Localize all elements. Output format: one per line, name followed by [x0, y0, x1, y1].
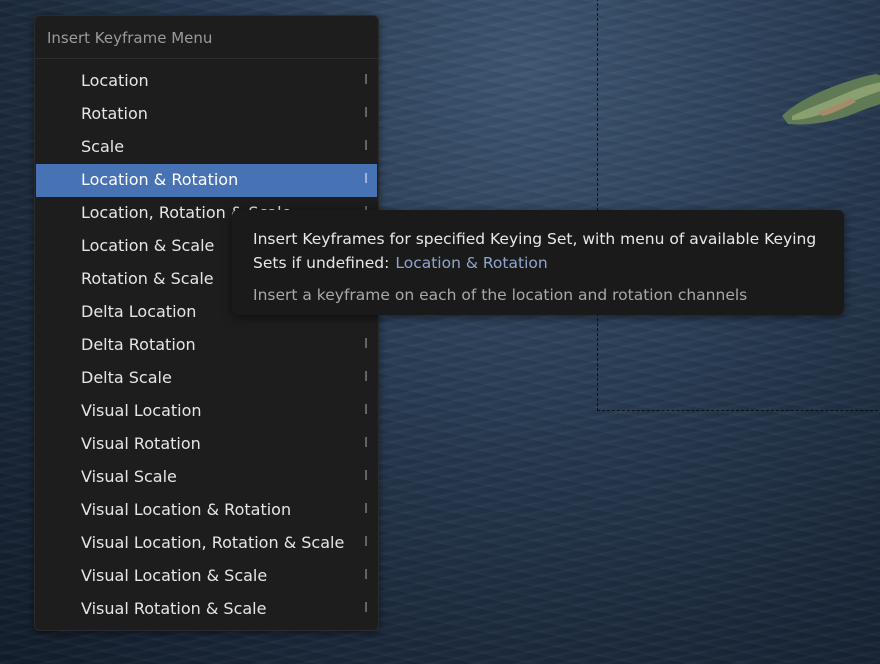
menu-item-label: Rotation: [81, 104, 148, 123]
menu-item-label: Visual Rotation & Scale: [81, 599, 267, 618]
menu-item-scale[interactable]: Scale I: [36, 131, 377, 164]
menu-item-label: Visual Rotation: [81, 434, 201, 453]
menu-item-shortcut: I: [364, 601, 368, 616]
menu-item-label: Location & Scale: [81, 236, 215, 255]
menu-item-label: Visual Location: [81, 401, 202, 420]
menu-item-label: Visual Location & Scale: [81, 566, 268, 585]
menu-item-shortcut: I: [364, 502, 368, 517]
menu-item-label: Scale: [81, 137, 125, 156]
tooltip-value: Location & Rotation: [395, 254, 548, 272]
menu-item-location[interactable]: Location I: [36, 65, 377, 98]
tooltip-main: Insert Keyframes for specified Keying Se…: [253, 227, 824, 275]
menu-item-shortcut: I: [364, 73, 368, 88]
menu-item-label: Rotation & Scale: [81, 269, 214, 288]
menu-item-visual-location-rotation-scale[interactable]: Visual Location, Rotation & Scale I: [36, 527, 377, 560]
menu-item-shortcut: I: [364, 436, 368, 451]
menu-item-shortcut: I: [364, 568, 368, 583]
menu-item-delta-rotation[interactable]: Delta Rotation I: [36, 329, 377, 362]
menu-item-label: Delta Scale: [81, 368, 172, 387]
menu-item-label: Delta Location: [81, 302, 197, 321]
menu-item-label: Location & Rotation: [81, 170, 239, 189]
menu-item-list: Location I Rotation I Scale I Location & Rotat…: [35, 59, 378, 626]
menu-item-shortcut: I: [364, 403, 368, 418]
menu-item-label: Location: [81, 71, 149, 90]
menu-item-label: Visual Location & Rotation: [81, 500, 292, 519]
insert-keyframe-menu: Insert Keyframe Menu Location I Rotation I S…: [34, 15, 379, 631]
menu-item-visual-location[interactable]: Visual Location I: [36, 395, 377, 428]
menu-item-shortcut: I: [364, 535, 368, 550]
menu-item-visual-location-scale[interactable]: Visual Location & Scale I: [36, 560, 377, 593]
menu-item-shortcut: I: [364, 469, 368, 484]
camera-frame-border: [597, 0, 880, 411]
menu-item-shortcut: I: [364, 172, 368, 187]
sea-creature-object[interactable]: [778, 72, 880, 136]
menu-item-visual-location-rotation[interactable]: Visual Location & Rotation I: [36, 494, 377, 527]
menu-item-visual-scale[interactable]: Visual Scale I: [36, 461, 377, 494]
menu-item-label: Visual Location, Rotation & Scale: [81, 533, 345, 552]
menu-item-rotation[interactable]: Rotation I: [36, 98, 377, 131]
tooltip: Insert Keyframes for specified Keying Se…: [232, 210, 844, 315]
menu-item-shortcut: I: [364, 139, 368, 154]
menu-item-label: Delta Rotation: [81, 335, 196, 354]
menu-item-shortcut: I: [364, 337, 368, 352]
menu-item-visual-rotation-scale[interactable]: Visual Rotation & Scale I: [36, 593, 377, 626]
menu-item-visual-rotation[interactable]: Visual Rotation I: [36, 428, 377, 461]
menu-title: Insert Keyframe Menu: [35, 16, 378, 59]
menu-item-shortcut: I: [364, 106, 368, 121]
menu-item-label: Visual Scale: [81, 467, 177, 486]
menu-item-shortcut: I: [364, 370, 368, 385]
menu-item-delta-scale[interactable]: Delta Scale I: [36, 362, 377, 395]
tooltip-description: Insert a keyframe on each of the locatio…: [253, 286, 748, 304]
menu-item-location-rotation[interactable]: Location & Rotation I: [36, 164, 377, 197]
